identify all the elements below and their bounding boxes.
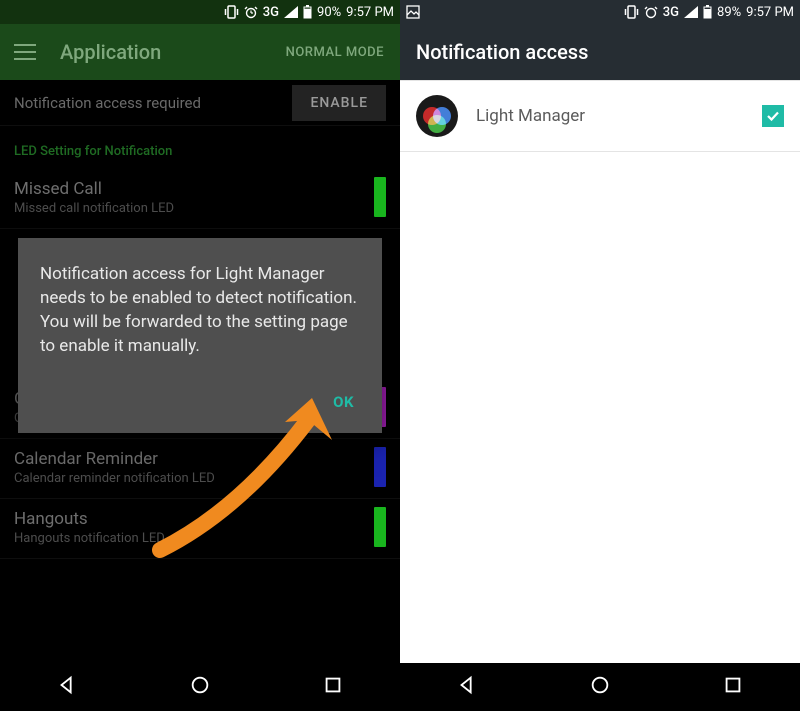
checkbox-enabled[interactable] bbox=[762, 105, 784, 127]
led-color-chip bbox=[374, 177, 386, 217]
row-subtitle: Missed call notification LED bbox=[14, 201, 386, 216]
signal-icon bbox=[684, 6, 698, 18]
notif-req-text: Notification access required bbox=[14, 94, 201, 112]
light-manager-icon bbox=[416, 95, 458, 137]
nav-bar-right bbox=[400, 663, 800, 711]
dialog: Notification access for Light Manager ne… bbox=[18, 238, 382, 433]
nav-home-icon[interactable] bbox=[189, 674, 211, 700]
vibrate-icon bbox=[624, 5, 639, 19]
nav-home-icon[interactable] bbox=[589, 674, 611, 700]
list-item[interactable]: Missed Call Missed call notification LED bbox=[0, 169, 400, 229]
row-subtitle: Calendar reminder notification LED bbox=[14, 471, 386, 486]
image-notif-icon bbox=[406, 5, 420, 19]
signal-icon bbox=[284, 6, 298, 18]
nav-recent-icon[interactable] bbox=[322, 674, 344, 700]
network-type: 3G bbox=[263, 5, 279, 20]
alarm-icon bbox=[644, 5, 658, 19]
nav-bar-left bbox=[0, 663, 400, 711]
app-name: Light Manager bbox=[476, 106, 762, 126]
battery-icon bbox=[703, 5, 712, 19]
page-title: Application bbox=[60, 40, 161, 64]
section-label: LED Setting for Notification bbox=[0, 126, 400, 169]
row-title: Calendar Reminder bbox=[14, 449, 386, 469]
alarm-icon bbox=[244, 5, 258, 19]
status-bar-left: 3G 90% 9:57 PM bbox=[0, 0, 400, 24]
status-time: 9:57 PM bbox=[746, 5, 794, 20]
row-title: Missed Call bbox=[14, 179, 386, 199]
mode-label[interactable]: NORMAL MODE bbox=[286, 45, 384, 60]
row-subtitle: Hangouts notification LED bbox=[14, 531, 386, 546]
vibrate-icon bbox=[224, 5, 239, 19]
app-row-light-manager[interactable]: Light Manager bbox=[400, 80, 800, 152]
dialog-ok-button[interactable]: OK bbox=[327, 385, 360, 419]
status-time: 9:57 PM bbox=[346, 5, 394, 20]
notification-required-bar: Notification access required ENABLE bbox=[0, 80, 400, 126]
led-color-chip bbox=[374, 507, 386, 547]
battery-icon bbox=[303, 5, 312, 19]
page-title: Notification access bbox=[416, 40, 588, 64]
led-color-chip bbox=[374, 447, 386, 487]
battery-percent: 89% bbox=[717, 5, 741, 20]
app-bar-left: Application NORMAL MODE bbox=[0, 24, 400, 80]
row-title: Hangouts bbox=[14, 509, 386, 529]
list-item[interactable]: Hangouts Hangouts notification LED bbox=[0, 499, 400, 559]
nav-recent-icon[interactable] bbox=[722, 674, 744, 700]
nav-back-icon[interactable] bbox=[456, 674, 478, 700]
app-bar-right: Notification access bbox=[400, 24, 800, 80]
enable-button[interactable]: ENABLE bbox=[292, 85, 386, 121]
dialog-text: Notification access for Light Manager ne… bbox=[40, 262, 360, 359]
status-bar-right: 3G 89% 9:57 PM bbox=[400, 0, 800, 24]
network-type: 3G bbox=[663, 5, 679, 20]
nav-back-icon[interactable] bbox=[56, 674, 78, 700]
list-item[interactable]: Calendar Reminder Calendar reminder notif… bbox=[0, 439, 400, 499]
hamburger-icon[interactable] bbox=[14, 44, 36, 60]
battery-percent: 90% bbox=[317, 5, 341, 20]
